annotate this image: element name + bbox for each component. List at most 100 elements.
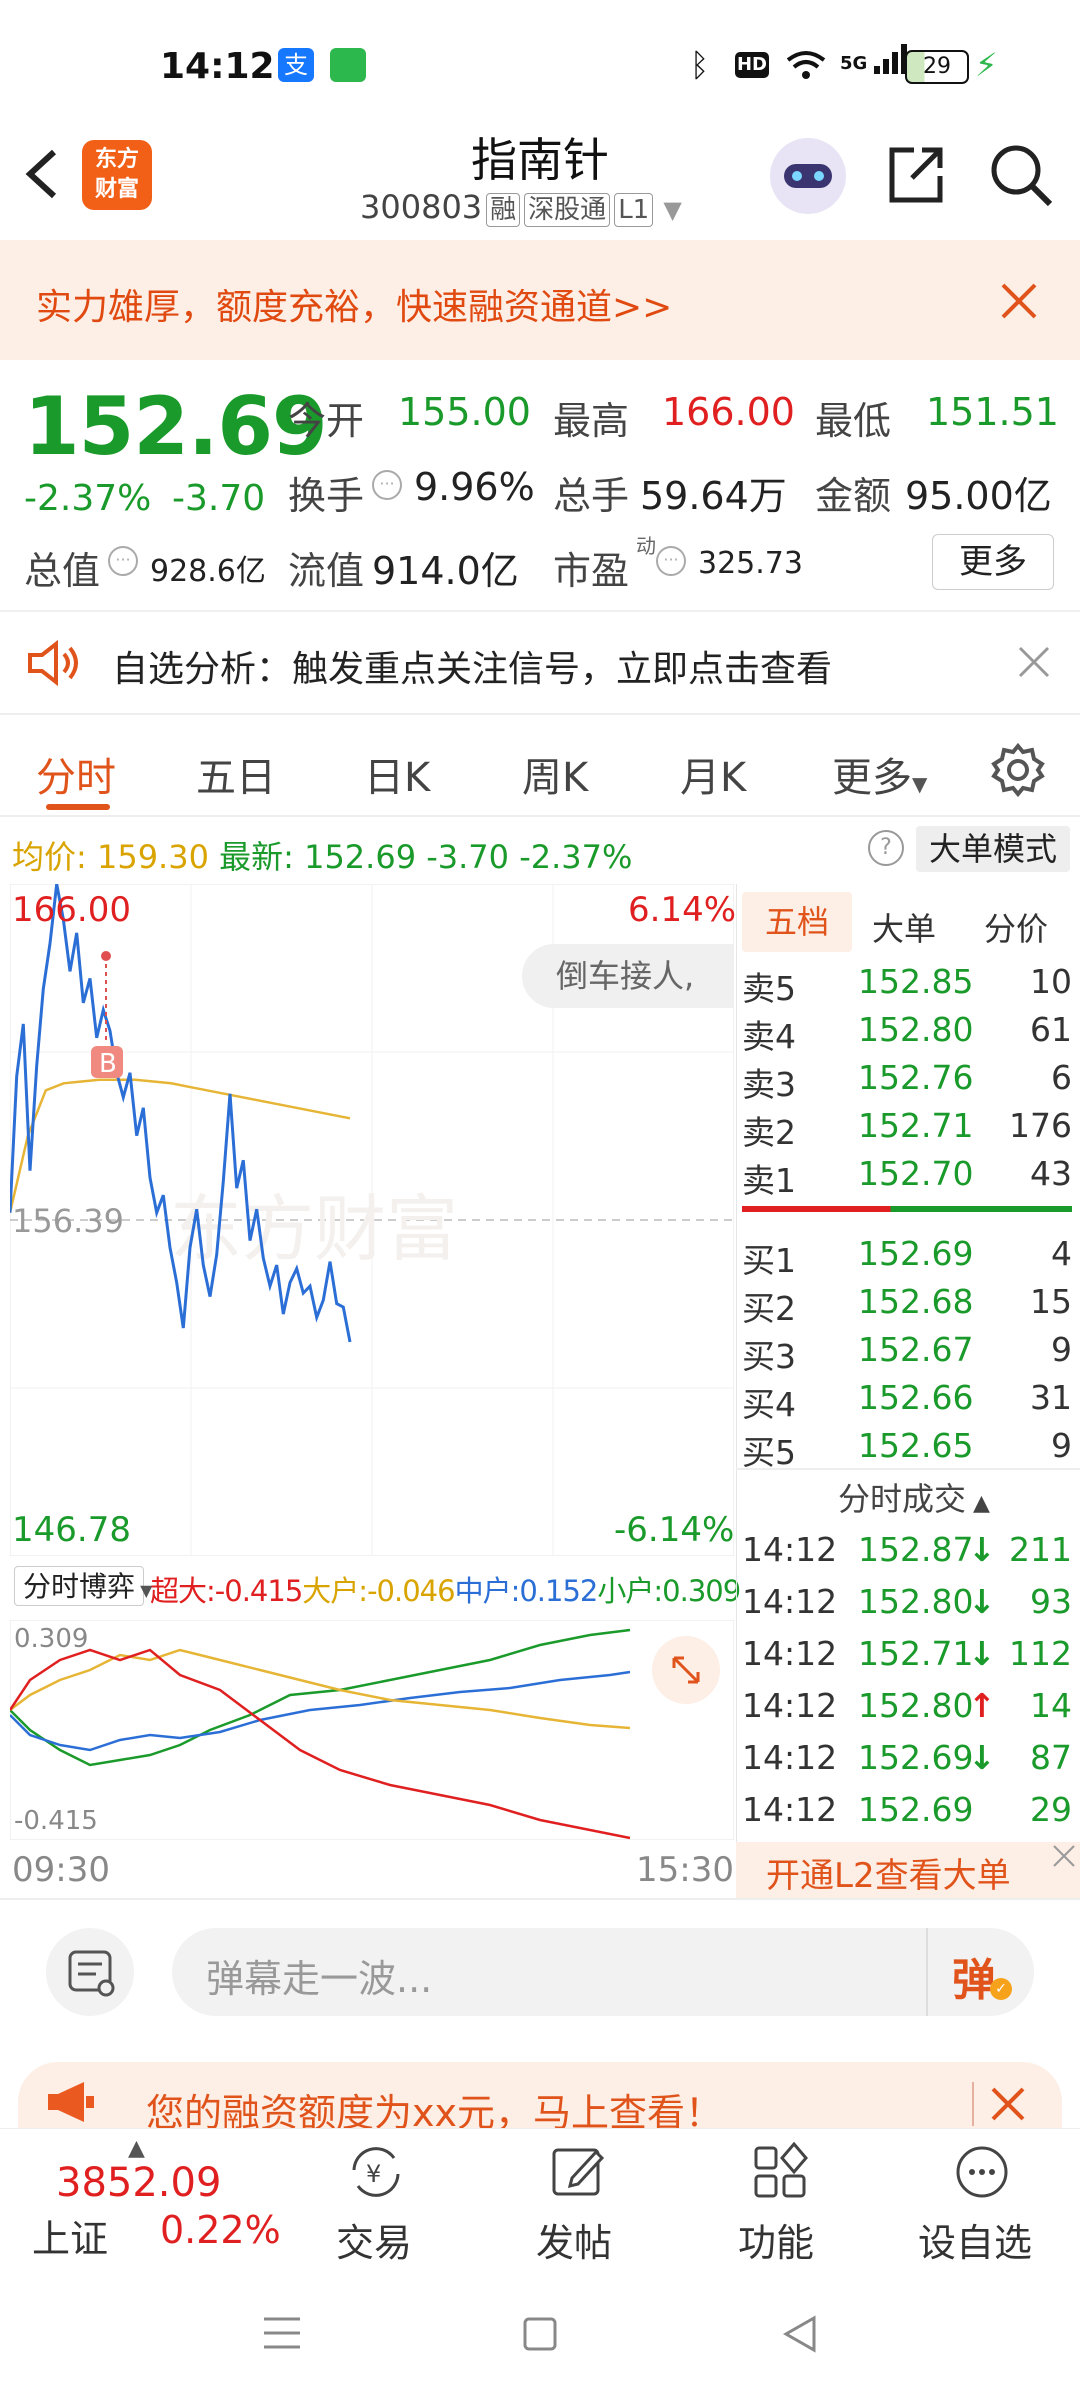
home-icon[interactable] xyxy=(522,2316,558,2352)
search-icon[interactable] xyxy=(988,142,1054,208)
high-value: 166.00 xyxy=(662,390,795,434)
nav-post[interactable]: 发帖 xyxy=(536,2212,612,2267)
bluetooth-icon: ᛒ xyxy=(690,46,710,84)
turnover-label: 换手 xyxy=(288,474,365,518)
tab-price-split[interactable]: 分价 xyxy=(984,904,1048,950)
nav-function[interactable]: 功能 xyxy=(738,2212,814,2267)
caret-up-icon: ▲ xyxy=(966,1491,990,1516)
stock-code: 300803 xyxy=(360,188,483,226)
ask-price: 152.85 xyxy=(858,962,974,1001)
battery-icon: 29 xyxy=(905,50,969,84)
divider xyxy=(0,713,1080,715)
trade-price: 152.80 xyxy=(858,1582,974,1621)
info-icon[interactable]: ··· xyxy=(656,546,686,576)
nav-add-watchlist[interactable]: 设自选 xyxy=(918,2212,1032,2267)
caret-down-icon: ▼ xyxy=(663,196,682,224)
bid-label: 买3 xyxy=(742,1337,796,1376)
stock-subtitle[interactable]: 300803 融深股通 L1 ▼ xyxy=(360,188,682,227)
bid-label: 买1 xyxy=(742,1241,796,1280)
index-name[interactable]: 上证 xyxy=(32,2208,108,2263)
nav-trade[interactable]: 交易 xyxy=(336,2212,412,2267)
bid-volume: 9 xyxy=(1051,1426,1072,1465)
trade-volume: 211 xyxy=(1009,1530,1072,1569)
trade-icon[interactable]: ¥ xyxy=(344,2140,408,2204)
comment-list-icon[interactable] xyxy=(46,1928,134,2016)
back-triangle-icon[interactable] xyxy=(780,2314,820,2354)
bid-volume: 9 xyxy=(1051,1330,1072,1369)
close-icon[interactable] xyxy=(1052,1844,1076,1868)
tab-monthly-k[interactable]: 月K xyxy=(680,745,746,803)
help-icon[interactable]: ? xyxy=(868,830,904,866)
index-value[interactable]: 3852.09 xyxy=(56,2160,221,2206)
bid-volume: 31 xyxy=(1030,1378,1072,1417)
avg-line-readout: 均价: 159.30 最新: 152.69 -3.70 -2.37% xyxy=(12,832,632,878)
l2-button[interactable]: 开通L2查看大单 xyxy=(766,1848,1011,1897)
trade-time: 14:12 xyxy=(742,1530,838,1569)
small-value: 0.309 xyxy=(662,1574,741,1608)
danmu-button[interactable]: 弹 xyxy=(952,1944,996,2008)
function-icon[interactable] xyxy=(748,2140,812,2204)
tag-connect: 深股通 xyxy=(524,193,611,227)
tab-big-order[interactable]: 大单 xyxy=(872,904,936,950)
post-icon[interactable] xyxy=(546,2140,610,2204)
tab-intraday[interactable]: 分时 xyxy=(36,745,116,803)
buy-sell-ratio-bar xyxy=(742,1206,1072,1212)
share-icon[interactable] xyxy=(884,142,948,206)
bid-label: 买4 xyxy=(742,1385,796,1424)
subchart-selector[interactable]: 分时博弈 ▼ xyxy=(14,1566,152,1606)
tag-level: L1 xyxy=(614,193,654,227)
ask-volume: 61 xyxy=(1030,1010,1072,1049)
more-button[interactable]: 更多 xyxy=(932,534,1054,590)
subchart-top: 0.309 xyxy=(14,1624,89,1654)
alipay-icon: 支 xyxy=(278,48,314,82)
svg-text:¥: ¥ xyxy=(366,2160,381,2188)
close-icon[interactable] xyxy=(990,2086,1026,2122)
big-order-mode-button[interactable]: 大单模式 xyxy=(916,826,1070,872)
ai-assistant-icon[interactable] xyxy=(770,138,846,214)
ask-volume: 6 xyxy=(1051,1058,1072,1097)
analysis-text[interactable]: 自选分析：触发重点关注信号，立即点击查看 xyxy=(112,640,832,692)
bid-volume: 4 xyxy=(1051,1234,1072,1273)
gear-icon[interactable] xyxy=(990,742,1046,798)
low-label: 最低 xyxy=(815,399,892,443)
trade-volume: 14 xyxy=(1030,1686,1072,1725)
trade-time: 14:12 xyxy=(742,1738,838,1777)
ask-volume: 176 xyxy=(1009,1106,1072,1145)
close-icon[interactable] xyxy=(1000,282,1038,320)
info-icon[interactable]: ··· xyxy=(372,470,402,500)
chart-mid: 156.39 xyxy=(12,1202,124,1240)
bid-price: 152.66 xyxy=(858,1378,974,1417)
tab-daily-k[interactable]: 日K xyxy=(364,745,430,803)
network-type: 5G xyxy=(840,53,868,74)
tab-five-level[interactable]: 五档 xyxy=(742,892,852,952)
ask-volume: 43 xyxy=(1030,1154,1072,1193)
bid-volume: 15 xyxy=(1030,1282,1072,1321)
ask-volume: 10 xyxy=(1030,962,1072,1001)
bid-label: 买5 xyxy=(742,1433,796,1472)
tab-more[interactable]: 更多▼ xyxy=(832,745,927,803)
trade-price: 152.87 xyxy=(858,1530,974,1569)
tab-five-day[interactable]: 五日 xyxy=(196,745,276,803)
info-icon[interactable]: ··· xyxy=(108,546,138,576)
float-value: 914.0亿 xyxy=(372,549,519,593)
pe-value: 325.73 xyxy=(698,546,803,581)
tab-weekly-k[interactable]: 周K xyxy=(522,745,588,803)
danmu-bubble[interactable]: 倒车接人, xyxy=(522,944,734,1008)
index-pct[interactable]: 0.22% xyxy=(160,2208,281,2252)
low-value: 151.51 xyxy=(926,390,1059,434)
trade-volume: 29 xyxy=(1030,1790,1072,1829)
capital-flow-chart[interactable] xyxy=(10,1620,734,1840)
expand-icon[interactable] xyxy=(652,1636,720,1704)
trade-time: 14:12 xyxy=(742,1582,838,1621)
super-value: -0.415 xyxy=(214,1574,303,1608)
add-watchlist-icon[interactable] xyxy=(950,2140,1014,2204)
trades-title[interactable]: 分时成交 ▲ xyxy=(838,1474,990,1520)
banner-text[interactable]: 实力雄厚，额度充裕，快速融资通道>> xyxy=(36,278,672,330)
close-icon[interactable] xyxy=(1018,646,1050,678)
trade-time: 14:12 xyxy=(742,1686,838,1725)
ask-label: 卖3 xyxy=(742,1065,796,1104)
trade-time: 14:12 xyxy=(742,1790,838,1829)
hd-icon: HD xyxy=(735,52,769,78)
menu-icon[interactable] xyxy=(262,2316,302,2350)
ask-label: 卖4 xyxy=(742,1017,796,1056)
